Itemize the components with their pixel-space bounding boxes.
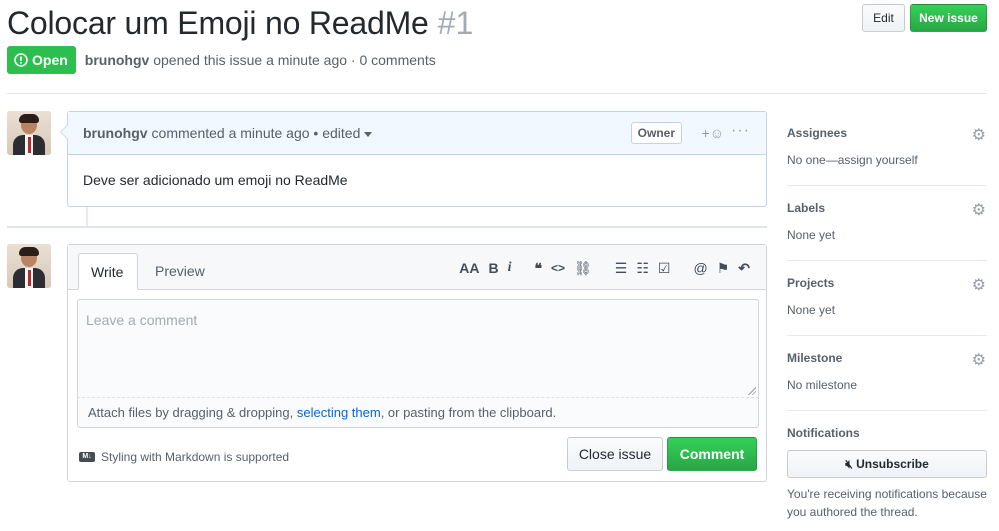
milestone-title: Milestone — [787, 351, 843, 365]
labels-title: Labels — [787, 201, 826, 215]
reply-icon[interactable]: ↶ — [738, 259, 750, 277]
comment-header: brunohgv commented a minute ago • edited… — [68, 112, 766, 155]
gear-icon[interactable]: ⚙ — [972, 200, 986, 220]
issue-meta: Open brunohgv opened this issue a minute… — [7, 46, 436, 74]
unsubscribe-label: Unsubscribe — [856, 457, 929, 471]
numbered-list-icon[interactable]: ☷ — [636, 259, 649, 277]
bullet-list-icon[interactable]: ☰ — [615, 259, 628, 277]
comment-textarea[interactable]: Leave a comment — [77, 299, 759, 398]
state-badge: Open — [7, 46, 76, 74]
bold-icon[interactable]: B — [488, 259, 498, 277]
bookmark-icon[interactable]: ⚑ — [717, 259, 730, 277]
issue-title: Colocar um Emoji no ReadMe — [7, 5, 429, 41]
milestone-value: No milestone — [787, 378, 858, 392]
projects-section: Projects ⚙ None yet — [787, 261, 987, 336]
gear-icon[interactable]: ⚙ — [972, 275, 986, 295]
tab-preview[interactable]: Preview — [143, 253, 217, 290]
avatar[interactable] — [7, 244, 51, 288]
assignees-section: Assignees ⚙ No one—assign yourself — [787, 111, 987, 186]
comment-author-link[interactable]: brunohgv — [83, 125, 148, 141]
attach-files-bar[interactable]: Attach files by dragging & dropping, sel… — [77, 398, 759, 428]
new-issue-button[interactable]: New issue — [910, 4, 987, 32]
editor-tabbar: Write Preview AA B i ❝ <> ⛓ ☰ ☷ ☑ @ ⚑ ↶ — [68, 245, 766, 290]
issue-opened-icon — [14, 53, 28, 67]
issue-header: Colocar um Emoji no ReadMe #1 Edit New i… — [7, 2, 987, 90]
italic-icon[interactable]: i — [508, 259, 512, 277]
unsubscribe-button[interactable]: 🔇︎ Unsubscribe — [787, 450, 987, 478]
issue-number: #1 — [437, 5, 474, 41]
tab-write[interactable]: Write — [78, 253, 138, 290]
markdown-icon: M↓ — [79, 452, 95, 462]
header-text-icon[interactable]: AA — [459, 259, 479, 277]
select-files-link[interactable]: selecting them — [297, 405, 381, 420]
labels-value: None yet — [787, 228, 836, 242]
state-label: Open — [32, 52, 68, 68]
add-reaction-icon[interactable]: +☺ — [702, 125, 724, 141]
issue-sidebar: Assignees ⚙ No one—assign yourself Label… — [787, 111, 987, 519]
owner-badge: Owner — [630, 122, 682, 144]
avatar[interactable] — [7, 111, 51, 155]
header-divider — [7, 93, 987, 94]
projects-title: Projects — [787, 276, 835, 290]
task-list-icon[interactable]: ☑ — [658, 259, 671, 277]
header-actions: Edit New issue — [862, 4, 987, 32]
markdown-toolbar: AA B i ❝ <> ⛓ ☰ ☷ ☑ @ ⚑ ↶ — [450, 259, 750, 277]
quote-icon[interactable]: ❝ — [534, 259, 542, 277]
markdown-note[interactable]: M↓ Styling with Markdown is supported — [79, 450, 289, 464]
comment-placeholder: Leave a comment — [86, 312, 198, 328]
notifications-title: Notifications — [787, 426, 860, 440]
new-comment-form: Write Preview AA B i ❝ <> ⛓ ☰ ☷ ☑ @ ⚑ ↶ … — [67, 244, 767, 482]
attach-text: Attach files by dragging & dropping, — [88, 405, 297, 420]
gear-icon[interactable]: ⚙ — [972, 350, 986, 370]
issue-comment: brunohgv commented a minute ago • edited… — [60, 111, 767, 207]
comment-meta[interactable]: commented a minute ago • edited — [152, 125, 373, 141]
assignees-title: Assignees — [787, 126, 848, 140]
edit-button[interactable]: Edit — [862, 4, 905, 32]
comment-button[interactable]: Comment — [667, 437, 757, 471]
resize-handle[interactable] — [748, 387, 756, 395]
projects-value: None yet — [787, 303, 836, 317]
assignees-value[interactable]: No one—assign yourself — [787, 153, 918, 167]
notifications-description: You're receiving notifications because y… — [787, 487, 987, 519]
attach-text-suffix: , or pasting from the clipboard. — [380, 405, 557, 420]
issue-meta-description: opened this issue a minute ago · 0 comme… — [153, 52, 436, 68]
comment-body: Deve ser adicionado um emoji no ReadMe — [83, 172, 348, 188]
timeline-connector — [86, 207, 88, 226]
link-icon[interactable]: ⛓ — [574, 259, 592, 277]
gear-icon[interactable]: ⚙ — [972, 125, 986, 145]
comment-arrow — [60, 124, 68, 140]
title-row: Colocar um Emoji no ReadMe #1 — [7, 2, 987, 44]
code-icon[interactable]: <> — [551, 259, 565, 277]
issue-meta-text: brunohgv opened this issue a minute ago … — [85, 52, 436, 68]
timeline-divider — [7, 226, 767, 228]
chevron-down-icon — [364, 131, 373, 137]
close-issue-button[interactable]: Close issue — [567, 437, 663, 471]
more-options-icon[interactable]: ··· — [731, 122, 750, 140]
markdown-note-text: Styling with Markdown is supported — [101, 450, 290, 464]
milestone-section: Milestone ⚙ No milestone — [787, 336, 987, 411]
labels-section: Labels ⚙ None yet — [787, 186, 987, 261]
issue-author-link[interactable]: brunohgv — [85, 52, 150, 68]
mention-icon[interactable]: @ — [693, 259, 707, 277]
mute-icon: 🔇︎ — [845, 457, 857, 471]
